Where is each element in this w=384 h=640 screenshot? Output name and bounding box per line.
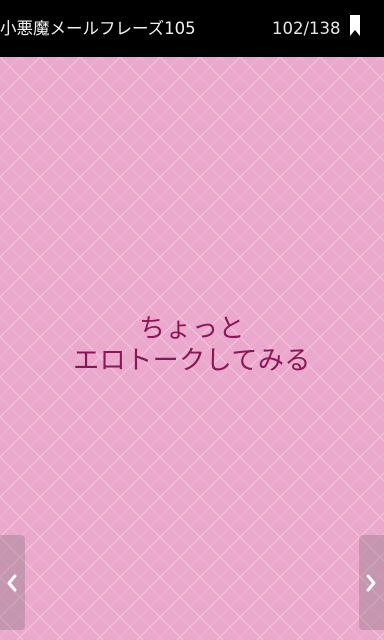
page-counter: 102/138 [272, 19, 341, 38]
chevron-right-icon [366, 574, 376, 592]
phrase-line-2: エロトークしてみる [73, 346, 311, 376]
next-button[interactable] [359, 535, 384, 630]
app-title: 小悪魔メールフレーズ105 [0, 19, 196, 38]
previous-button[interactable] [0, 535, 25, 630]
phrase-card[interactable]: ちょっと エロトークしてみる [0, 57, 384, 640]
title-bar: 小悪魔メールフレーズ105 102/138 [0, 0, 384, 57]
app-screen: 小悪魔メールフレーズ105 102/138 ちょっと エロトークしてみる [0, 0, 384, 640]
chevron-left-icon [7, 574, 17, 592]
phrase-line-1: ちょっと [138, 314, 245, 344]
bookmark-icon[interactable] [349, 15, 361, 37]
phrase-text: ちょっと エロトークしてみる [0, 313, 384, 377]
